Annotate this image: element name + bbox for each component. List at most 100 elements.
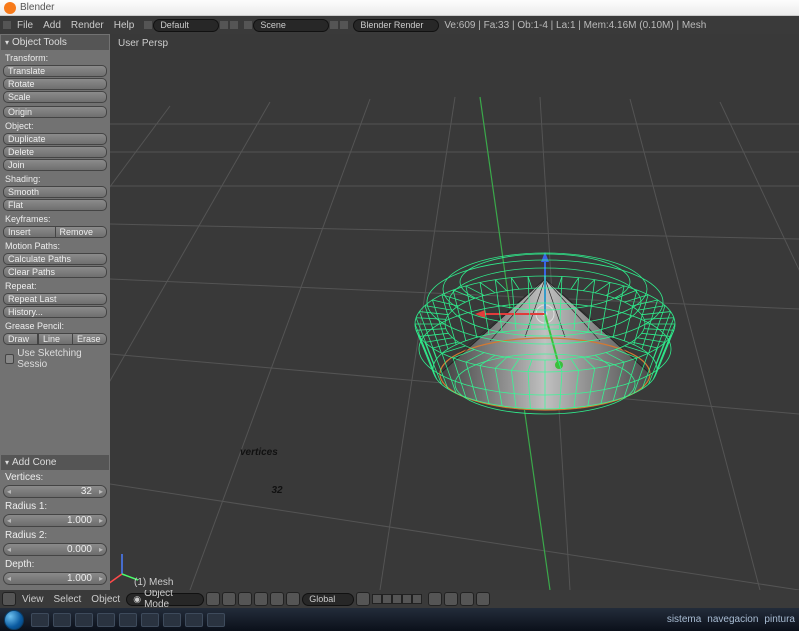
- calculate-paths-button[interactable]: Calculate Paths: [3, 253, 107, 265]
- 3d-viewport[interactable]: User Persp: [110, 34, 799, 590]
- join-button[interactable]: Join: [3, 159, 107, 171]
- transform-group-label: Transform: [3, 51, 107, 64]
- object-tools-header[interactable]: Object Tools: [1, 35, 109, 50]
- vertices-label: Vertices: [3, 471, 107, 484]
- system-tray: sistema navegacion pintura: [667, 614, 795, 625]
- depth-field[interactable]: 1.000: [3, 572, 107, 585]
- smooth-button[interactable]: Smooth: [3, 186, 107, 198]
- flat-button[interactable]: Flat: [3, 199, 107, 211]
- tool-shelf: Object Tools Transform Translate Rotate …: [0, 34, 110, 590]
- layer-button[interactable]: [372, 594, 382, 604]
- start-orb-icon[interactable]: [4, 610, 24, 630]
- radius1-field[interactable]: 1.000: [3, 514, 107, 527]
- opengl-render-icon[interactable]: [476, 592, 490, 606]
- scene-dropdown[interactable]: Scene: [253, 19, 329, 32]
- top-menu-bar: File Add Render Help Default Scene Blend…: [0, 16, 799, 34]
- clear-paths-button[interactable]: Clear Paths: [3, 266, 107, 278]
- origin-button[interactable]: Origin: [3, 106, 107, 118]
- rotate-button[interactable]: Rotate: [3, 78, 107, 90]
- screen-layout-dropdown[interactable]: Default: [153, 19, 219, 32]
- snap-icon[interactable]: [428, 592, 442, 606]
- viewport-canvas: [110, 34, 799, 590]
- depth-label: Depth: [3, 557, 107, 571]
- app-title: Blender: [20, 2, 54, 13]
- layer-button[interactable]: [392, 594, 402, 604]
- render-preview-icon[interactable]: [460, 592, 474, 606]
- scene-x-icon[interactable]: [340, 21, 348, 29]
- taskbar-app-icon[interactable]: [185, 613, 203, 627]
- sketching-sessions-label: Use Sketching Sessio: [17, 348, 105, 370]
- motion-paths-group-label: Motion Paths: [3, 239, 107, 252]
- object-group-label: Object: [3, 119, 107, 132]
- add-cone-header[interactable]: Add Cone: [1, 455, 109, 470]
- manipulator-rotate-icon[interactable]: [270, 592, 284, 606]
- viewport-header: View Select Object ◉ Object Mode Global: [0, 590, 799, 608]
- menu-add[interactable]: Add: [38, 20, 66, 31]
- vertices-field[interactable]: 32: [3, 485, 107, 498]
- delete-button[interactable]: Delete: [3, 146, 107, 158]
- mode-dropdown[interactable]: ◉ Object Mode: [126, 593, 204, 606]
- scene-add-icon[interactable]: [220, 21, 228, 29]
- taskbar-app-icon[interactable]: [207, 613, 225, 627]
- scene-plus-icon[interactable]: [330, 21, 338, 29]
- scene-icon[interactable]: [244, 21, 252, 29]
- select-menu[interactable]: Select: [50, 594, 86, 605]
- menu-file[interactable]: File: [12, 20, 38, 31]
- handwritten-annotation: vertices 32: [240, 424, 283, 500]
- viewport-mesh-label: (1) Mesh: [114, 577, 173, 588]
- object-menu[interactable]: Object: [87, 594, 124, 605]
- taskbar-app-icon[interactable]: [163, 613, 181, 627]
- gp-erase-button[interactable]: Erase: [73, 333, 107, 345]
- taskbar-app-icon[interactable]: [119, 613, 137, 627]
- shading-group-label: Shading: [3, 172, 107, 185]
- checkbox-icon: [5, 354, 14, 364]
- manipulator-toggle-icon[interactable]: [238, 592, 252, 606]
- editor-type-3dview-icon[interactable]: [2, 592, 16, 606]
- gp-line-button[interactable]: Line: [38, 333, 73, 345]
- blender-logo-icon: [4, 2, 16, 14]
- history-button[interactable]: History...: [3, 306, 107, 318]
- view-menu[interactable]: View: [18, 594, 48, 605]
- window-titlebar: Blender: [0, 0, 799, 16]
- layout-icon[interactable]: [144, 21, 152, 29]
- tray-label[interactable]: pintura: [764, 614, 795, 625]
- scale-button[interactable]: Scale: [3, 91, 107, 103]
- orientation-dropdown[interactable]: Global: [302, 593, 354, 606]
- menu-render[interactable]: Render: [66, 20, 109, 31]
- editor-type-icon[interactable]: [3, 21, 11, 29]
- radius2-label: Radius 2: [3, 528, 107, 542]
- layer-button[interactable]: [402, 594, 412, 604]
- scene-del-icon[interactable]: [230, 21, 238, 29]
- remove-keyframe-button[interactable]: Remove: [56, 226, 108, 238]
- manipulator-scale-icon[interactable]: [286, 592, 300, 606]
- snap-type-icon[interactable]: [444, 592, 458, 606]
- sketching-sessions-checkbox[interactable]: Use Sketching Sessio: [3, 346, 107, 372]
- repeat-last-button[interactable]: Repeat Last: [3, 293, 107, 305]
- tray-label[interactable]: sistema: [667, 614, 701, 625]
- taskbar-app-icon[interactable]: [75, 613, 93, 627]
- taskbar-app-icon[interactable]: [141, 613, 159, 627]
- tray-label[interactable]: navegacion: [707, 614, 758, 625]
- keyframes-group-label: Keyframes: [3, 212, 107, 225]
- main-area: Object Tools Transform Translate Rotate …: [0, 34, 799, 590]
- layer-button[interactable]: [412, 594, 422, 604]
- render-engine-dropdown[interactable]: Blender Render: [353, 19, 439, 32]
- layer-button[interactable]: [382, 594, 392, 604]
- viewport-shading-icon[interactable]: [206, 592, 220, 606]
- translate-button[interactable]: Translate: [3, 65, 107, 77]
- menu-help[interactable]: Help: [109, 20, 140, 31]
- layers-grid-icon[interactable]: [356, 592, 370, 606]
- taskbar-app-icon[interactable]: [53, 613, 71, 627]
- pivot-icon[interactable]: [222, 592, 236, 606]
- grease-pencil-group-label: Grease Pencil: [3, 319, 107, 332]
- duplicate-button[interactable]: Duplicate: [3, 133, 107, 145]
- header-stats: Ve:609 | Fa:33 | Ob:1-4 | La:1 | Mem:4.1…: [439, 20, 711, 31]
- manipulator-translate-icon[interactable]: [254, 592, 268, 606]
- taskbar-app-icon[interactable]: [31, 613, 49, 627]
- windows-taskbar: sistema navegacion pintura: [0, 608, 799, 631]
- radius1-label: Radius 1: [3, 499, 107, 513]
- insert-keyframe-button[interactable]: Insert: [3, 226, 56, 238]
- gp-draw-button[interactable]: Draw: [3, 333, 38, 345]
- taskbar-app-icon[interactable]: [97, 613, 115, 627]
- radius2-field[interactable]: 0.000: [3, 543, 107, 556]
